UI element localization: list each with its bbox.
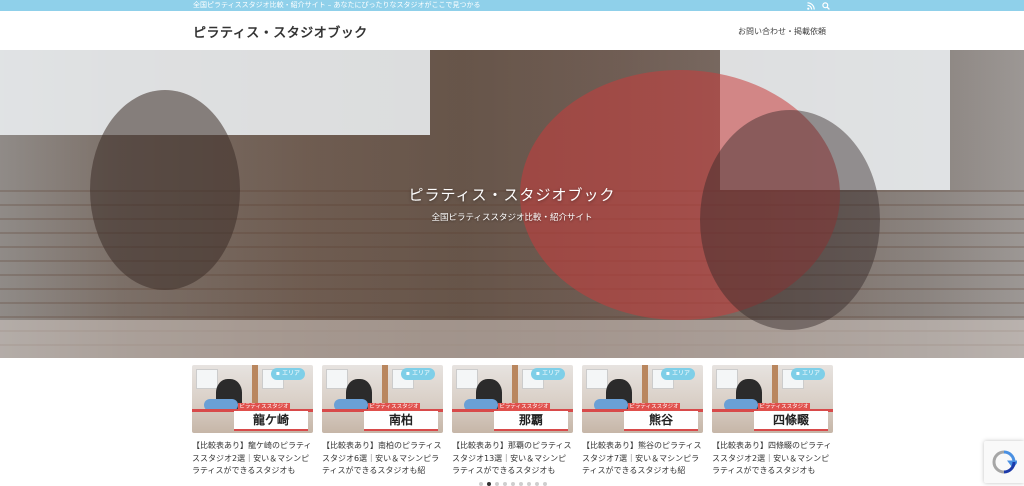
folder-icon: ▪ bbox=[535, 370, 540, 377]
article-card[interactable]: ピラティススタジオ 南柏 ▪ エリア 【比較表あり】南柏のピラティススタジオ6選… bbox=[322, 365, 443, 477]
category-badge[interactable]: ▪ エリア bbox=[530, 368, 565, 380]
article-thumbnail: ピラティススタジオ 龍ケ崎 ▪ エリア bbox=[192, 365, 313, 433]
thumb-pillar bbox=[772, 365, 778, 405]
thumb-place-name: 南柏 bbox=[364, 411, 438, 429]
folder-icon: ▪ bbox=[405, 370, 410, 377]
thumb-pillar bbox=[382, 365, 388, 405]
category-badge-label: エリア bbox=[671, 370, 690, 377]
pagination-dot[interactable] bbox=[503, 482, 507, 486]
pagination-dot[interactable] bbox=[519, 482, 523, 486]
search-icon[interactable] bbox=[821, 1, 830, 10]
carousel-pagination bbox=[479, 482, 547, 486]
thumb-place-underline bbox=[494, 429, 568, 431]
article-carousel: ピラティススタジオ 龍ケ崎 ▪ エリア 【比較表あり】龍ケ崎のピラティススタジオ… bbox=[192, 365, 834, 477]
pagination-dot[interactable] bbox=[511, 482, 515, 486]
pagination-dot[interactable] bbox=[495, 482, 499, 486]
category-badge[interactable]: ▪ エリア bbox=[660, 368, 695, 380]
hero-subtitle: 全国ピラティススタジオ比較・紹介サイト bbox=[431, 213, 593, 223]
folder-icon: ▪ bbox=[795, 370, 800, 377]
category-badge-label: エリア bbox=[411, 370, 430, 377]
pagination-dot[interactable] bbox=[527, 482, 531, 486]
thumb-window bbox=[586, 369, 608, 389]
thumb-window bbox=[326, 369, 348, 389]
hero-banner: ピラティス・スタジオブック 全国ピラティススタジオ比較・紹介サイト bbox=[0, 50, 1024, 358]
top-info-bar: 全国ピラティススタジオ比較・紹介サイト – あなたにぴったりなスタジオがここで見… bbox=[0, 0, 1024, 11]
site-header: ピラティス・スタジオブック お問い合わせ・掲載依頼 bbox=[0, 11, 1024, 50]
rss-icon[interactable] bbox=[806, 1, 815, 10]
folder-icon: ▪ bbox=[665, 370, 670, 377]
pagination-dot[interactable] bbox=[543, 482, 547, 486]
article-card[interactable]: ピラティススタジオ 熊谷 ▪ エリア 【比較表あり】熊谷のピラティススタジオ7選… bbox=[582, 365, 703, 477]
thumb-label: ピラティススタジオ bbox=[498, 403, 550, 411]
thumb-label: ピラティススタジオ bbox=[368, 403, 420, 411]
category-badge[interactable]: ▪ エリア bbox=[270, 368, 305, 380]
thumb-place-underline bbox=[234, 429, 308, 431]
category-badge-label: エリア bbox=[801, 370, 820, 377]
hero-title: ピラティス・スタジオブック bbox=[408, 186, 616, 204]
thumb-place-underline bbox=[364, 429, 438, 431]
article-title: 【比較表あり】龍ケ崎のピラティススタジオ2選｜安い＆マシンピラティスができるスタ… bbox=[192, 441, 312, 475]
thumb-place-underline bbox=[624, 429, 698, 431]
thumb-window bbox=[196, 369, 218, 389]
category-badge[interactable]: ▪ エリア bbox=[400, 368, 435, 380]
hero-floor bbox=[0, 320, 1024, 358]
article-thumbnail: ピラティススタジオ 那覇 ▪ エリア bbox=[452, 365, 573, 433]
article-thumbnail: ピラティススタジオ 熊谷 ▪ エリア bbox=[582, 365, 703, 433]
thumb-label: ピラティススタジオ bbox=[238, 403, 290, 411]
thumb-place-name: 那覇 bbox=[494, 411, 568, 429]
site-title-link[interactable]: ピラティス・スタジオブック bbox=[193, 22, 368, 41]
thumb-window bbox=[456, 369, 478, 389]
recaptcha-badge[interactable] bbox=[984, 441, 1024, 483]
article-thumbnail: ピラティススタジオ 南柏 ▪ エリア bbox=[322, 365, 443, 433]
article-thumbnail: ピラティススタジオ 四條畷 ▪ エリア bbox=[712, 365, 833, 433]
category-badge-label: エリア bbox=[541, 370, 560, 377]
thumb-place-underline bbox=[754, 429, 828, 431]
thumb-pillar bbox=[252, 365, 258, 405]
category-badge-label: エリア bbox=[281, 370, 300, 377]
pagination-dot-active[interactable] bbox=[487, 482, 491, 486]
article-title: 【比較表あり】南柏のピラティススタジオ6選｜安い＆マシンピラティスができるスタジ… bbox=[322, 441, 442, 475]
article-card[interactable]: ピラティススタジオ 那覇 ▪ エリア 【比較表あり】那覇のピラティススタジオ13… bbox=[452, 365, 573, 477]
pagination-dot[interactable] bbox=[535, 482, 539, 486]
folder-icon: ▪ bbox=[275, 370, 280, 377]
recaptcha-icon bbox=[992, 450, 1017, 474]
thumb-label: ピラティススタジオ bbox=[758, 403, 810, 411]
thumb-place-name: 龍ケ崎 bbox=[234, 411, 308, 429]
article-card[interactable]: ピラティススタジオ 龍ケ崎 ▪ エリア 【比較表あり】龍ケ崎のピラティススタジオ… bbox=[192, 365, 313, 477]
article-title: 【比較表あり】那覇のピラティススタジオ13選｜安い＆マシンピラティスができるスタ… bbox=[452, 441, 572, 475]
category-badge[interactable]: ▪ エリア bbox=[790, 368, 825, 380]
article-title: 【比較表あり】四條畷のピラティススタジオ2選｜安い＆マシンピラティスができるスタ… bbox=[712, 441, 832, 475]
article-title: 【比較表あり】熊谷のピラティススタジオ7選｜安い＆マシンピラティスができるスタジ… bbox=[582, 441, 702, 475]
thumb-place-name: 熊谷 bbox=[624, 411, 698, 429]
thumb-place-name: 四條畷 bbox=[754, 411, 828, 429]
pagination-dot[interactable] bbox=[479, 482, 483, 486]
thumb-pillar bbox=[512, 365, 518, 405]
thumb-window bbox=[716, 369, 738, 389]
thumb-pillar bbox=[642, 365, 648, 405]
nav-contact-link[interactable]: お問い合わせ・掲載依頼 bbox=[738, 26, 826, 37]
thumb-label: ピラティススタジオ bbox=[628, 403, 680, 411]
site-tagline: 全国ピラティススタジオ比較・紹介サイト – あなたにぴったりなスタジオがここで見… bbox=[193, 1, 481, 9]
article-card[interactable]: ピラティススタジオ 四條畷 ▪ エリア 【比較表あり】四條畷のピラティススタジオ… bbox=[712, 365, 833, 477]
